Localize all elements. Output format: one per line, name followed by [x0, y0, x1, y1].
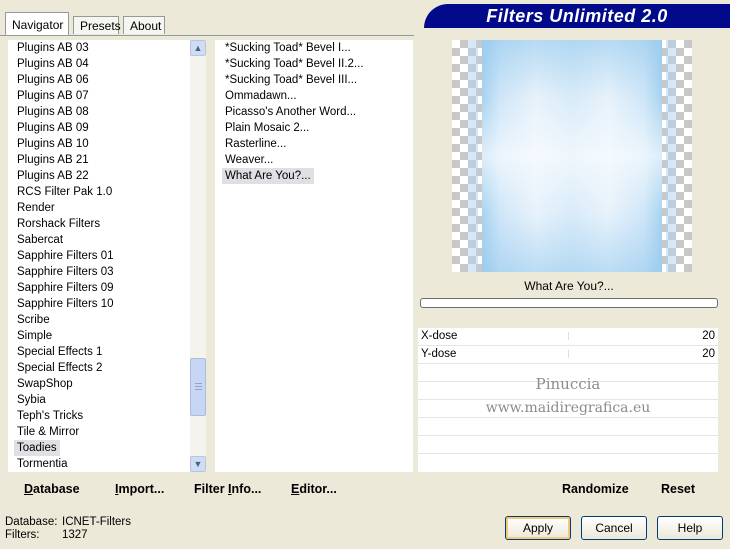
param-value[interactable]: 20 [702, 346, 715, 363]
category-item[interactable]: Render [8, 200, 58, 216]
reset-button[interactable]: Reset [661, 480, 695, 498]
param-label: X-dose [421, 330, 458, 342]
category-item[interactable]: Simple [8, 328, 55, 344]
scroll-up-button[interactable]: ▲ [190, 40, 206, 56]
filter-info-button[interactable]: Filter Info... [194, 480, 261, 498]
filter-list[interactable]: *Sucking Toad* Bevel I... *Sucking Toad* … [215, 40, 413, 472]
category-item[interactable]: Special Effects 2 [8, 360, 105, 376]
cancel-button[interactable]: Cancel [581, 516, 647, 540]
category-item[interactable]: Plugins AB 10 [8, 136, 92, 152]
tab-presets[interactable]: Presets [73, 16, 121, 34]
filter-item[interactable]: Plain Mosaic 2... [215, 120, 312, 136]
filter-item[interactable]: *Sucking Toad* Bevel I... [215, 40, 354, 56]
param-row-y-dose[interactable]: Y-dose 20 [418, 346, 718, 364]
param-value[interactable]: 20 [702, 328, 715, 345]
category-item[interactable]: Plugins AB 09 [8, 120, 92, 136]
status-database-value: ICNET-Filters [62, 516, 131, 528]
category-item[interactable]: Teph's Tricks [8, 408, 86, 424]
randomize-button[interactable]: Randomize [562, 480, 629, 498]
scroll-down-button[interactable]: ▼ [190, 456, 206, 472]
database-button[interactable]: Database [24, 480, 80, 498]
category-scrollbar[interactable]: ▲ ▼ [190, 40, 206, 472]
tab-navigator[interactable]: Navigator [5, 12, 69, 36]
category-item[interactable]: Special Effects 1 [8, 344, 105, 360]
category-item[interactable]: Plugins AB 08 [8, 104, 92, 120]
filter-item[interactable]: Picasso's Another Word... [215, 104, 359, 120]
category-list[interactable]: Plugins AB 03 Plugins AB 04 Plugins AB 06 P… [8, 40, 190, 472]
category-item[interactable]: Plugins AB 22 [8, 168, 92, 184]
category-item[interactable]: Tormentia [8, 456, 71, 472]
category-item[interactable]: Sabercat [8, 232, 66, 248]
param-row-x-dose[interactable]: X-dose 20 [418, 328, 718, 346]
filter-item[interactable]: *Sucking Toad* Bevel III... [215, 72, 360, 88]
category-item[interactable]: Plugins AB 21 [8, 152, 92, 168]
category-item[interactable]: Sapphire Filters 03 [8, 264, 117, 280]
filter-item[interactable]: What Are You?... [222, 168, 314, 184]
category-item[interactable]: RCS Filter Pak 1.0 [8, 184, 115, 200]
filter-item[interactable]: Rasterline... [215, 136, 289, 152]
title-banner: Filters Unlimited 2.0 [424, 4, 730, 28]
watermark-name: Pinuccia [535, 375, 601, 393]
status-database-label: Database: [5, 516, 58, 528]
status-filters-label: Filters: [5, 529, 40, 541]
param-label: Y-dose [421, 348, 457, 360]
progress-bar [420, 298, 718, 308]
filter-item[interactable]: Ommadawn... [215, 88, 300, 104]
preview-filter-name: What Are You?... [524, 279, 614, 293]
apply-button[interactable]: Apply [505, 516, 571, 540]
help-button[interactable]: Help [657, 516, 723, 540]
tab-about[interactable]: About [123, 16, 165, 34]
editor-button[interactable]: Editor... [291, 480, 337, 498]
preview-image [452, 40, 692, 272]
import-button[interactable]: Import... [115, 480, 164, 498]
filter-item[interactable]: *Sucking Toad* Bevel II.2... [215, 56, 367, 72]
category-item[interactable]: Scribe [8, 312, 53, 328]
category-item[interactable]: Sybia [8, 392, 49, 408]
category-item[interactable]: Plugins AB 06 [8, 72, 92, 88]
category-item[interactable]: Toadies [14, 440, 60, 456]
category-item[interactable]: Plugins AB 04 [8, 56, 92, 72]
category-item[interactable]: Tile & Mirror [8, 424, 82, 440]
category-item[interactable]: Plugins AB 07 [8, 88, 92, 104]
category-item[interactable]: SwapShop [8, 376, 76, 392]
category-item[interactable]: Sapphire Filters 01 [8, 248, 117, 264]
app-title: Filters Unlimited 2.0 [486, 6, 668, 26]
tab-baseline [0, 35, 414, 36]
watermark-url: www.maidiregrafica.eu [485, 400, 651, 416]
category-item[interactable]: Sapphire Filters 10 [8, 296, 117, 312]
scrollbar-thumb[interactable] [190, 358, 206, 416]
category-item[interactable]: Sapphire Filters 09 [8, 280, 117, 296]
status-filters-value: 1327 [62, 529, 88, 541]
category-item[interactable]: Plugins AB 03 [8, 40, 92, 56]
filter-item[interactable]: Weaver... [215, 152, 276, 168]
category-item[interactable]: Rorshack Filters [8, 216, 103, 232]
